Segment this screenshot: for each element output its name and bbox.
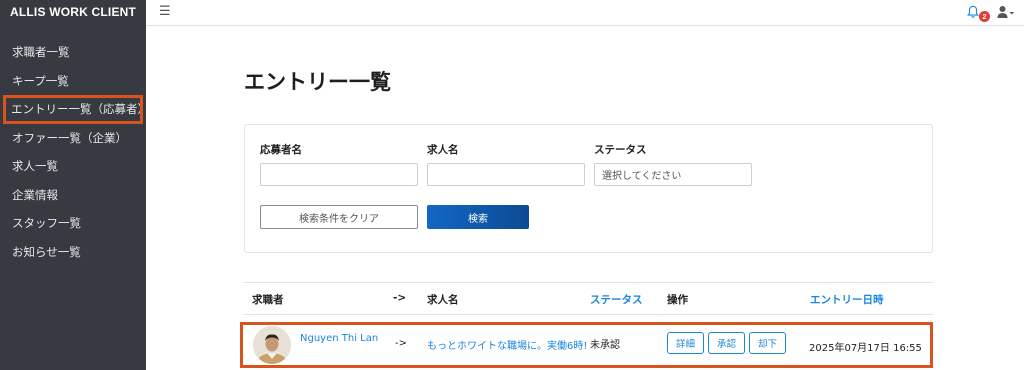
column-header-entry-date[interactable]: エントリー日時: [810, 292, 884, 307]
sidebar: ALLIS WORK CLIENT 求職者一覧 キープ一覧 エントリー一覧（応募…: [0, 0, 149, 370]
avatar: [253, 326, 291, 364]
caret-down-icon: [1009, 12, 1014, 15]
detail-button[interactable]: 詳細: [667, 332, 705, 354]
page-title: エントリー一覧: [244, 70, 391, 94]
column-header-job: 求人名: [427, 294, 459, 306]
bell-icon[interactable]: [966, 5, 980, 19]
job-name-input[interactable]: [427, 163, 585, 186]
column-header-actions: 操作: [667, 294, 688, 306]
status-text: 未承認: [590, 340, 620, 351]
table-top-divider: [244, 282, 933, 283]
table-header-divider: [244, 314, 933, 315]
person-photo-icon: [253, 326, 291, 364]
applicant-name-label: 応募者名: [260, 144, 302, 156]
search-button[interactable]: 検索: [427, 205, 529, 229]
sidebar-item-job-seekers[interactable]: 求職者一覧: [0, 38, 146, 67]
status-label: ステータス: [594, 144, 647, 156]
clear-filters-button[interactable]: 検索条件をクリア: [260, 205, 418, 229]
brand-logo: ALLIS WORK CLIENT: [10, 5, 137, 19]
table-row: Nguyen Thi Lan -> もっとホワイトな職場に。実働6時! 未承認 …: [240, 322, 933, 368]
applicant-name-link[interactable]: Nguyen Thi Lan: [300, 333, 378, 344]
reject-button[interactable]: 却下: [749, 332, 787, 354]
approve-button[interactable]: 承認: [708, 332, 746, 354]
sidebar-item-entries[interactable]: エントリー一覧（応募者）: [3, 95, 149, 124]
status-select-value: 選択してください: [602, 171, 682, 182]
status-select[interactable]: 選択してください: [594, 163, 752, 186]
app-root: ALLIS WORK CLIENT 求職者一覧 キープ一覧 エントリー一覧（応募…: [0, 0, 1024, 370]
sidebar-item-company-info[interactable]: 企業情報: [0, 181, 146, 210]
sidebar-item-notices[interactable]: お知らせ一覧: [0, 238, 146, 267]
sidebar-item-staff[interactable]: スタッフ一覧: [0, 209, 146, 238]
sidebar-item-keep-list[interactable]: キープ一覧: [0, 67, 146, 96]
sidebar-item-offers[interactable]: オファー一覧（企業）: [0, 124, 146, 153]
row-arrow: ->: [395, 338, 407, 349]
sidebar-nav: 求職者一覧 キープ一覧 エントリー一覧（応募者） オファー一覧（企業） 求人一覧…: [0, 38, 149, 267]
top-bar: ☰ 2: [146, 0, 1024, 26]
user-icon[interactable]: [997, 5, 1015, 19]
job-name-label: 求人名: [427, 144, 459, 156]
sidebar-item-jobs[interactable]: 求人一覧: [0, 152, 146, 181]
column-header-arrow: ->: [393, 292, 407, 304]
entry-datetime: 2025年07月17日 16:55: [809, 343, 922, 354]
notification-badge: 2: [979, 11, 990, 22]
applicant-name-input[interactable]: [260, 163, 418, 186]
column-header-applicant: 求職者: [252, 294, 284, 306]
column-header-status[interactable]: ステータス: [590, 292, 643, 307]
hamburger-icon[interactable]: ☰: [159, 4, 171, 19]
job-title-link[interactable]: もっとホワイトな職場に。実働6時!: [427, 337, 587, 352]
filter-card: 応募者名 求人名 ステータス 選択してください 検索条件をクリア 検索: [244, 124, 933, 253]
